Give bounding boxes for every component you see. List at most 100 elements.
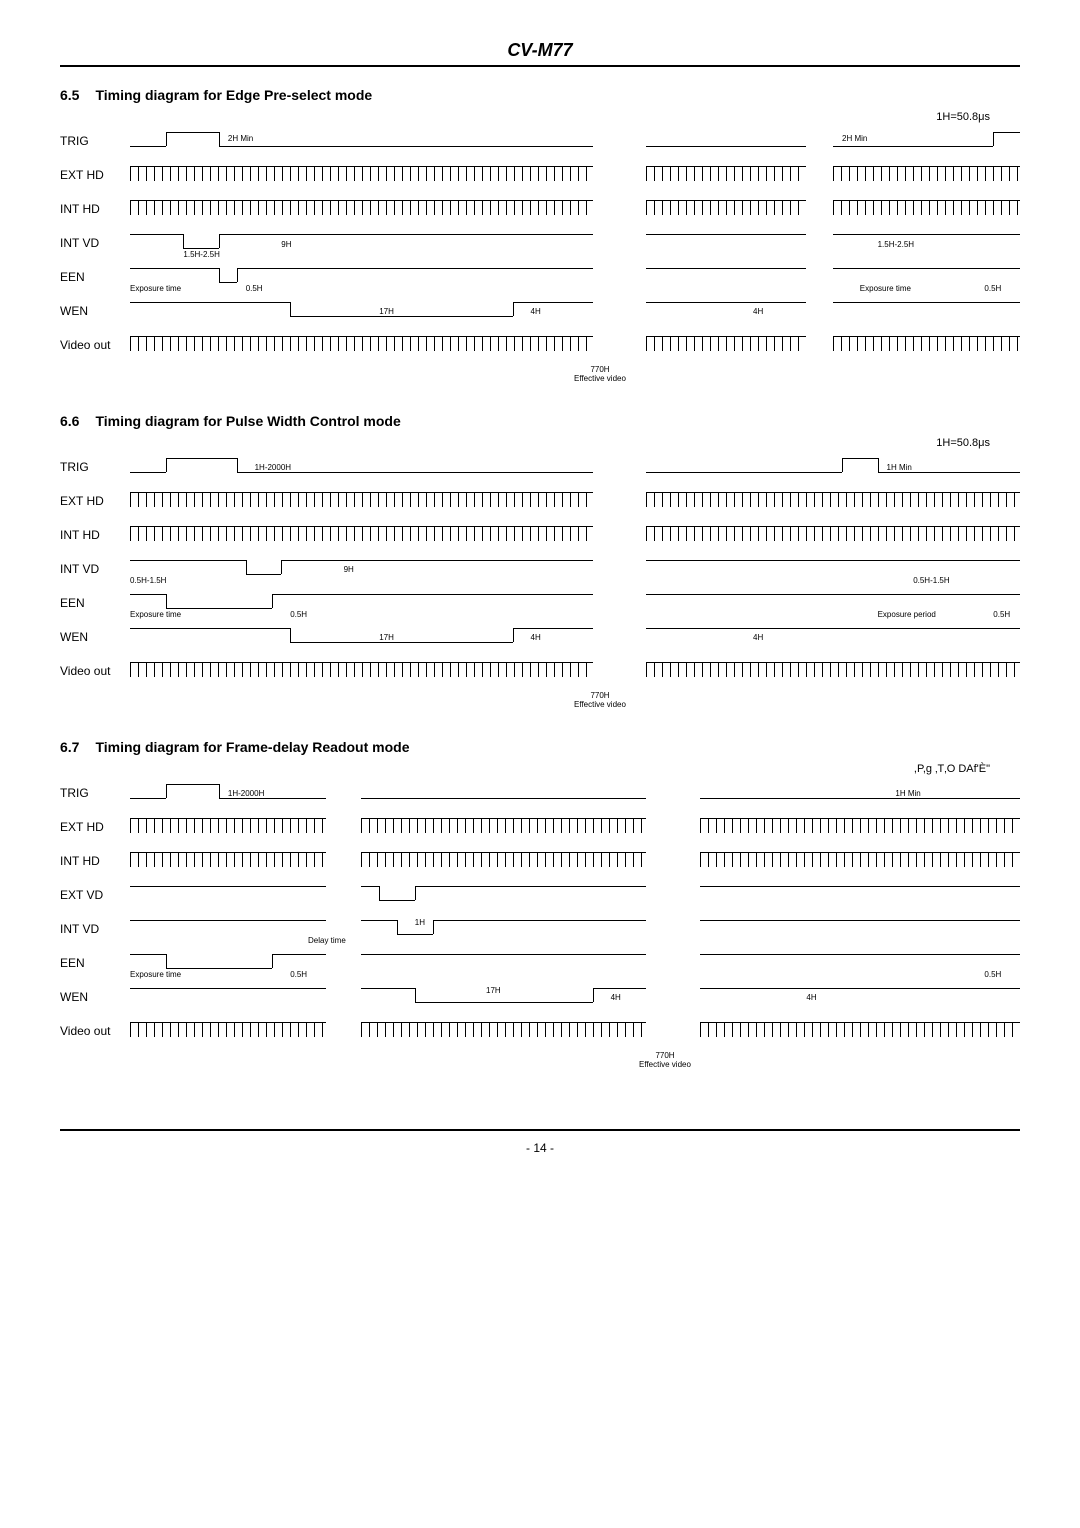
anno-1hmin: 1H Min	[887, 463, 912, 472]
signal-row-wen-66: WEN 17H 4H 4H	[60, 623, 1020, 651]
anno-9h: 9H	[281, 240, 291, 249]
anno-delay: Delay time	[308, 936, 346, 945]
anno-770h-67: 770H	[655, 1051, 674, 1060]
anno-2hmin: 2H Min	[228, 134, 253, 143]
anno-17h-66: 17H	[379, 633, 394, 642]
anno-4h-67: 4H	[611, 993, 621, 1002]
anno-1hmin-67: 1H Min	[895, 789, 920, 798]
signal-label-trig-66: TRIG	[60, 460, 130, 474]
signal-label-exthd-66: EXT HD	[60, 494, 130, 508]
signal-label-intvd-67: INT VD	[60, 922, 130, 936]
anno-17h-67: 17H	[486, 986, 501, 995]
anno-4h: 4H	[531, 307, 541, 316]
signal-row-wen: WEN 17H 4H 4H	[60, 297, 1020, 325]
signal-label-trig: TRIG	[60, 134, 130, 148]
anno-effvideo-66: Effective video	[574, 700, 626, 709]
anno-exptime-67: Exposure time	[130, 970, 181, 979]
unit-label-65: 1H=50.8μs	[60, 111, 1020, 123]
anno-05h-67-r: 0.5H	[984, 970, 1001, 979]
anno-effvideo-67: Effective video	[639, 1060, 691, 1069]
diagram-65: TRIG 2H Min 2H Min EXT HD	[60, 127, 1020, 383]
section-title-65: Timing diagram for Edge Pre-select mode	[95, 87, 372, 103]
signal-row-een-67: EEN Exposure time 0.5H 0.5H	[60, 949, 1020, 977]
anno-4h-66-r: 4H	[753, 633, 763, 642]
signal-label-inthd: INT HD	[60, 202, 130, 216]
anno-effvideo: Effective video	[574, 374, 626, 383]
signal-row-een-66: EEN Exposure time 0.5H Exposure period 0…	[60, 589, 1020, 617]
signal-label-video-66: Video out	[60, 664, 130, 678]
signal-row-trig-67: TRIG 1H-2000H 1H Min	[60, 779, 1020, 807]
signal-row-intvd: INT VD 1.5H-2.5H 9H 1.5H-2.5H	[60, 229, 1020, 257]
signal-row-inthd-67: INT HD	[60, 847, 1020, 875]
signal-row-exthd-67: EXT HD	[60, 813, 1020, 841]
diagram-66: TRIG 1H-2000H 1H Min EXT HD	[60, 453, 1020, 709]
anno-1h2000h: 1H-2000H	[255, 463, 291, 472]
section-title-66: Timing diagram for Pulse Width Control m…	[95, 413, 400, 429]
signal-row-trig: TRIG 2H Min 2H Min	[60, 127, 1020, 155]
doc-title: CV-M77	[60, 40, 1020, 67]
section-6-7: 6.7 Timing diagram for Frame-delay Reado…	[60, 739, 1020, 1069]
signal-label-inthd-66: INT HD	[60, 528, 130, 542]
diagram-67: TRIG 1H-2000H 1H Min EXT HD	[60, 779, 1020, 1069]
anno-1h2000h-67: 1H-2000H	[228, 789, 264, 798]
anno-0515h: 0.5H-1.5H	[130, 576, 166, 585]
signal-row-wen-67: WEN 17H 4H 4H	[60, 983, 1020, 1011]
anno-17h: 17H	[379, 307, 394, 316]
anno-770h: 770H	[590, 365, 609, 374]
anno-1h-67: 1H	[415, 918, 425, 927]
anno-exptime-66: Exposure time	[130, 610, 181, 619]
signal-label-video-67: Video out	[60, 1024, 130, 1038]
signal-label-wen: WEN	[60, 304, 130, 318]
signal-row-inthd: INT HD	[60, 195, 1020, 223]
section-num-66: 6.6	[60, 413, 79, 429]
anno-expperiod: Exposure period	[878, 610, 936, 619]
signal-row-exthd: EXT HD	[60, 161, 1020, 189]
section-num-65: 6.5	[60, 87, 79, 103]
signal-row-intvd-66: INT VD 0.5H-1.5H 9H 0.5H-1.5H	[60, 555, 1020, 583]
signal-label-een-67: EEN	[60, 956, 130, 970]
signal-label-exthd-67: EXT HD	[60, 820, 130, 834]
section-6-6: 6.6 Timing diagram for Pulse Width Contr…	[60, 413, 1020, 709]
signal-label-extvd-67: EXT VD	[60, 888, 130, 902]
anno-4h-67-r: 4H	[806, 993, 816, 1002]
anno-770h-66: 770H	[590, 691, 609, 700]
signal-label-trig-67: TRIG	[60, 786, 130, 800]
anno-05h-67: 0.5H	[290, 970, 307, 979]
signal-label-een: EEN	[60, 270, 130, 284]
signal-label-exthd: EXT HD	[60, 168, 130, 182]
signal-label-inthd-67: INT HD	[60, 854, 130, 868]
section-num-67: 6.7	[60, 739, 79, 755]
signal-row-een: EEN Exposure time 0.5H Exposure time 0.5…	[60, 263, 1020, 291]
signal-row-video-66: Video out	[60, 657, 1020, 685]
section-6-5: 6.5 Timing diagram for Edge Pre-select m…	[60, 87, 1020, 383]
signal-label-wen-67: WEN	[60, 990, 130, 1004]
anno-1525h: 1.5H-2.5H	[183, 250, 219, 259]
signal-row-extvd-67: EXT VD	[60, 881, 1020, 909]
signal-label-een-66: EEN	[60, 596, 130, 610]
signal-label-intvd-66: INT VD	[60, 562, 130, 576]
anno-05h-66-r: 0.5H	[993, 610, 1010, 619]
anno-9h-66: 9H	[344, 565, 354, 574]
section-title-67: Timing diagram for Frame-delay Readout m…	[95, 739, 409, 755]
signal-label-intvd: INT VD	[60, 236, 130, 250]
anno-exptime-r: Exposure time	[860, 284, 911, 293]
anno-exptime: Exposure time	[130, 284, 181, 293]
anno-4h-66: 4H	[531, 633, 541, 642]
signal-row-inthd-66: INT HD	[60, 521, 1020, 549]
anno-1525h-r: 1.5H-2.5H	[878, 240, 914, 249]
signal-label-wen-66: WEN	[60, 630, 130, 644]
unit-label-66: 1H=50.8μs	[60, 437, 1020, 449]
signal-row-video: Video out	[60, 331, 1020, 359]
anno-05h-66: 0.5H	[290, 610, 307, 619]
anno-4h-r: 4H	[753, 307, 763, 316]
page-number: - 14 -	[60, 1129, 1020, 1155]
anno-0515h-r: 0.5H-1.5H	[913, 576, 949, 585]
anno-05h-r: 0.5H	[984, 284, 1001, 293]
signal-row-intvd-67: INT VD 1H Delay time	[60, 915, 1020, 943]
signal-row-trig-66: TRIG 1H-2000H 1H Min	[60, 453, 1020, 481]
signal-row-video-67: Video out	[60, 1017, 1020, 1045]
unit-label-67: ,P,g ‚T‚O DAf'È"	[60, 763, 1020, 775]
signal-row-exthd-66: EXT HD	[60, 487, 1020, 515]
anno-2hmin-r: 2H Min	[842, 134, 867, 143]
signal-label-video: Video out	[60, 338, 130, 352]
